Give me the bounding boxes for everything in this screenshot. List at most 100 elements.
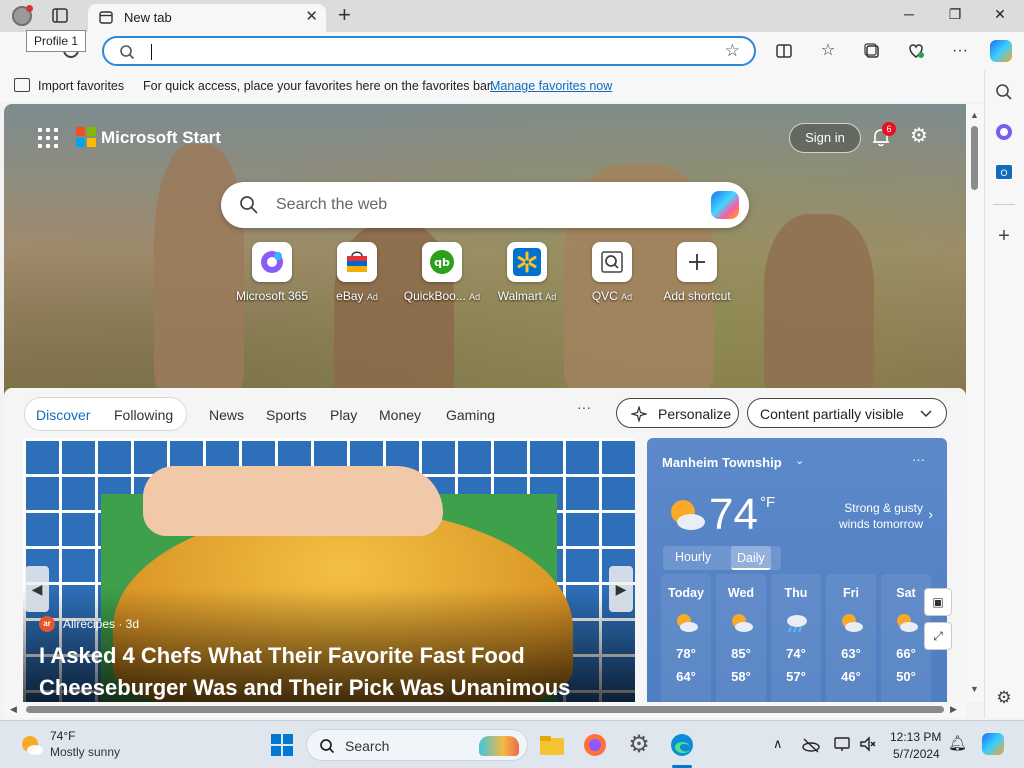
app-launcher-icon[interactable] [38,128,58,148]
chevron-down-icon[interactable]: ⌄ [795,454,804,467]
horizontal-scroll-thumb[interactable] [26,706,944,713]
taskbar-search[interactable]: Search [306,729,528,761]
scroll-right-arrow[interactable]: ▶ [950,704,957,715]
shortcut-microsoft-365[interactable]: Microsoft 365 [230,242,314,303]
outlook-icon[interactable]: O [994,162,1014,182]
allrecipes-logo-icon: ar [39,616,55,632]
ms-start-brand[interactable]: Microsoft Start [101,128,221,148]
collections-icon[interactable] [862,41,882,61]
sidebar-search-icon[interactable] [994,82,1014,102]
tab-sports[interactable]: Sports [266,407,306,423]
taskbar-weather-condition[interactable]: Mostly sunny [50,745,120,759]
tab-new-tab[interactable]: New tab ✕ [88,4,326,32]
horizontal-scrollbar[interactable]: ◀ ▶ [4,702,966,718]
minimize-button[interactable]: ─ [899,6,919,22]
tab-play[interactable]: Play [330,407,357,423]
windows-start-button[interactable] [271,734,293,756]
article-headline[interactable]: I Asked 4 Chefs What Their Favorite Fast… [39,640,619,702]
shortcut-label: eBay [336,289,364,303]
copilot-icon[interactable] [990,40,1012,62]
window-close-button[interactable]: ✕ [990,6,1010,23]
onedrive-icon[interactable] [802,736,820,754]
tab-money[interactable]: Money [379,407,421,423]
wallpaper-info-icon[interactable]: ▣ [924,588,952,616]
favorites-bar: Import favorites For quick access, place… [0,70,984,102]
forecast-day[interactable]: Wed 85° 58° [716,574,766,702]
scroll-left-arrow[interactable]: ◀ [10,704,17,715]
sign-in-button[interactable]: Sign in [789,123,861,153]
expand-icon[interactable]: ⤢ [924,622,952,650]
copilot-preview-icon[interactable] [982,733,1004,755]
weather-card[interactable]: Manheim Township ⌄ ··· 74 °F Strong & gu… [647,438,947,702]
microsoft-365-icon[interactable] [994,122,1014,142]
carousel-prev-arrow[interactable]: ◀ [25,566,49,612]
partly-sunny-icon [732,614,753,632]
content-visibility-dropdown[interactable]: Content partially visible [747,398,947,428]
hero-article-card[interactable]: ◀ ▶ ar Allrecipes · 3d I Asked 4 Chefs W… [23,438,635,702]
new-tab-page: Microsoft Start Sign in 6 ⚙ Search the w… [4,104,966,702]
weather-forecast-summary[interactable]: Strong & gusty winds tomorrow [823,500,923,532]
settings-gear-icon[interactable]: ⚙ [625,731,653,759]
tab-following[interactable]: Following [114,407,173,423]
partly-sunny-icon[interactable] [20,733,44,757]
shortcut-ebay[interactable]: eBay Ad [315,242,399,303]
manage-favorites-link[interactable]: Manage favorites now [490,79,612,93]
more-tabs-button[interactable]: ··· [577,399,591,415]
forecast-day[interactable]: Fri 63° 46° [826,574,876,702]
weather-location[interactable]: Manheim Township [662,455,782,470]
shortcut-label: Walmart [497,289,542,303]
forecast-day[interactable]: Today 78° 64° [661,574,711,702]
tab-news[interactable]: News [209,407,244,423]
day-low: 58° [731,669,751,684]
shortcut-walmart[interactable]: Walmart Ad [485,242,569,303]
new-tab-button[interactable]: + [338,4,351,26]
profile-button[interactable] [12,5,33,26]
partly-sunny-icon [671,500,705,530]
tab-discover[interactable]: Discover [36,407,90,423]
background-rock [764,214,874,394]
carousel-next-arrow[interactable]: ▶ [609,566,633,612]
file-explorer-icon[interactable] [538,731,566,759]
vertical-scroll-thumb[interactable] [971,126,978,190]
notification-center-icon[interactable]: 🔔︎ [948,734,967,752]
settings-and-more-icon[interactable]: ··· [950,41,970,61]
copilot-search-icon[interactable] [711,191,739,219]
vertical-scrollbar[interactable]: ▲ ▼ [966,104,984,702]
chevron-right-icon[interactable]: › [928,506,933,522]
tab-close-icon[interactable]: ✕ [305,9,318,25]
microsoft-365-tile-icon [252,242,292,282]
favorites-icon[interactable]: ☆ [818,41,838,61]
restore-button[interactable]: ❐ [945,6,965,23]
import-favorites-button[interactable]: Import favorites [38,79,124,93]
import-favorites-icon[interactable] [14,78,30,92]
scroll-down-arrow[interactable]: ▼ [970,684,979,694]
personalize-button[interactable]: Personalize [616,398,739,428]
taskbar-temperature[interactable]: 74°F [50,729,75,743]
add-shortcut-button[interactable]: Add shortcut [655,242,739,303]
show-hidden-icons-chevron[interactable]: ∧ [773,736,783,752]
scroll-up-arrow[interactable]: ▲ [970,110,979,120]
page-settings-gear-icon[interactable]: ⚙ [910,125,932,147]
network-icon[interactable] [833,735,851,753]
address-bar[interactable]: ☆ [102,36,756,66]
taskbar-date[interactable]: 5/7/2024 [893,747,940,761]
tab-hourly[interactable]: Hourly [675,550,711,564]
shortcut-qvc[interactable]: QVC Ad [570,242,654,303]
edge-browser-icon[interactable] [668,731,696,759]
tab-gaming[interactable]: Gaming [446,407,495,423]
add-sidebar-app-icon[interactable]: + [994,226,1014,246]
add-favorite-star-icon[interactable]: ☆ [725,41,740,61]
forecast-day[interactable]: Thu 74° 57° [771,574,821,702]
tab-actions-icon[interactable] [52,8,68,23]
tab-daily[interactable]: Daily [731,546,771,570]
browser-essentials-icon[interactable] [906,41,926,61]
weather-more-icon[interactable]: ··· [912,452,925,467]
split-screen-icon[interactable] [774,41,794,61]
web-search-box[interactable]: Search the web [221,182,749,228]
temperature-unit[interactable]: °F [760,494,775,511]
sidebar-settings-gear-icon[interactable]: ⚙ [994,688,1014,708]
firefox-icon[interactable] [581,731,609,759]
volume-muted-icon[interactable] [859,735,877,753]
shortcut-quickbooks[interactable]: qb QuickBoo... Ad [400,242,484,303]
taskbar-time[interactable]: 12:13 PM [890,730,941,744]
